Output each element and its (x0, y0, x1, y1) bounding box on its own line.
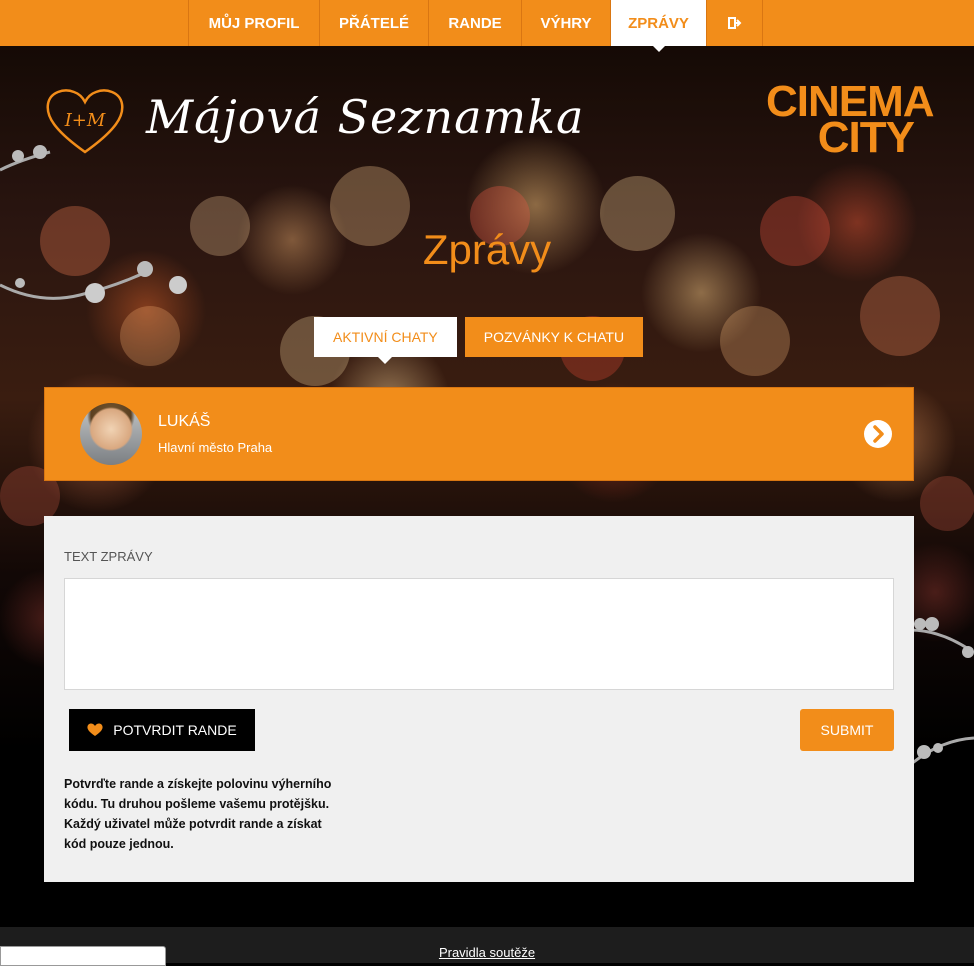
tab-active-chats[interactable]: AKTIVNÍ CHATY (314, 317, 457, 364)
confirm-note: Potvrďte rande a získejte polovinu výher… (64, 777, 332, 851)
chat-user-location: Hlavní město Praha (158, 440, 273, 455)
footer: Pravidla soutěže (0, 927, 974, 966)
submit-button[interactable]: SUBMIT (800, 709, 894, 751)
message-panel: TEXT ZPRÁVY POTVRDIT RANDE SUBMIT Potvrď… (44, 516, 914, 882)
nav-friends[interactable]: PŘÁTELÉ (319, 0, 428, 46)
avatar (80, 403, 142, 465)
top-navigation: MŮJ PROFIL PŘÁTELÉ RANDE VÝHRY ZPRÁVY (0, 0, 974, 52)
nav-dates[interactable]: RANDE (428, 0, 521, 46)
branch-right-decoration-2 (910, 736, 974, 767)
chat-user-name: LUKÁŠ (158, 413, 211, 430)
nav-messages[interactable]: ZPRÁVY (610, 0, 706, 52)
sign-out-icon (727, 17, 741, 29)
chat-tabs: AKTIVNÍ CHATY POZVÁNKY K CHATU (314, 317, 644, 364)
chat-list-item[interactable]: LUKÁŠ Hlavní město Praha (44, 387, 914, 481)
chevron-right-circle-icon[interactable] (863, 419, 893, 449)
cinema-city-logo: CINEMA CITY (766, 80, 935, 160)
message-label: TEXT ZPRÁVY (64, 549, 153, 564)
heart-logo: I+M (44, 86, 126, 160)
nav-logout[interactable] (706, 0, 763, 46)
page-title: Zprávy (422, 226, 552, 273)
confirm-date-button[interactable]: POTVRDIT RANDE (69, 709, 255, 751)
branch-right-decoration (910, 617, 974, 658)
nav-my-profile[interactable]: MŮJ PROFIL (188, 0, 319, 46)
nav-prizes[interactable]: VÝHRY (521, 0, 610, 46)
tab-chat-invitations[interactable]: POZVÁNKY K CHATU (464, 317, 644, 357)
site-logo-text: Májová Seznamka (146, 90, 585, 144)
rules-link[interactable]: Pravidla soutěže (0, 945, 974, 960)
svg-text:I+M: I+M (64, 110, 106, 131)
message-textarea[interactable] (64, 578, 894, 690)
heart-icon (87, 723, 103, 736)
confirm-date-label: POTVRDIT RANDE (113, 722, 237, 738)
